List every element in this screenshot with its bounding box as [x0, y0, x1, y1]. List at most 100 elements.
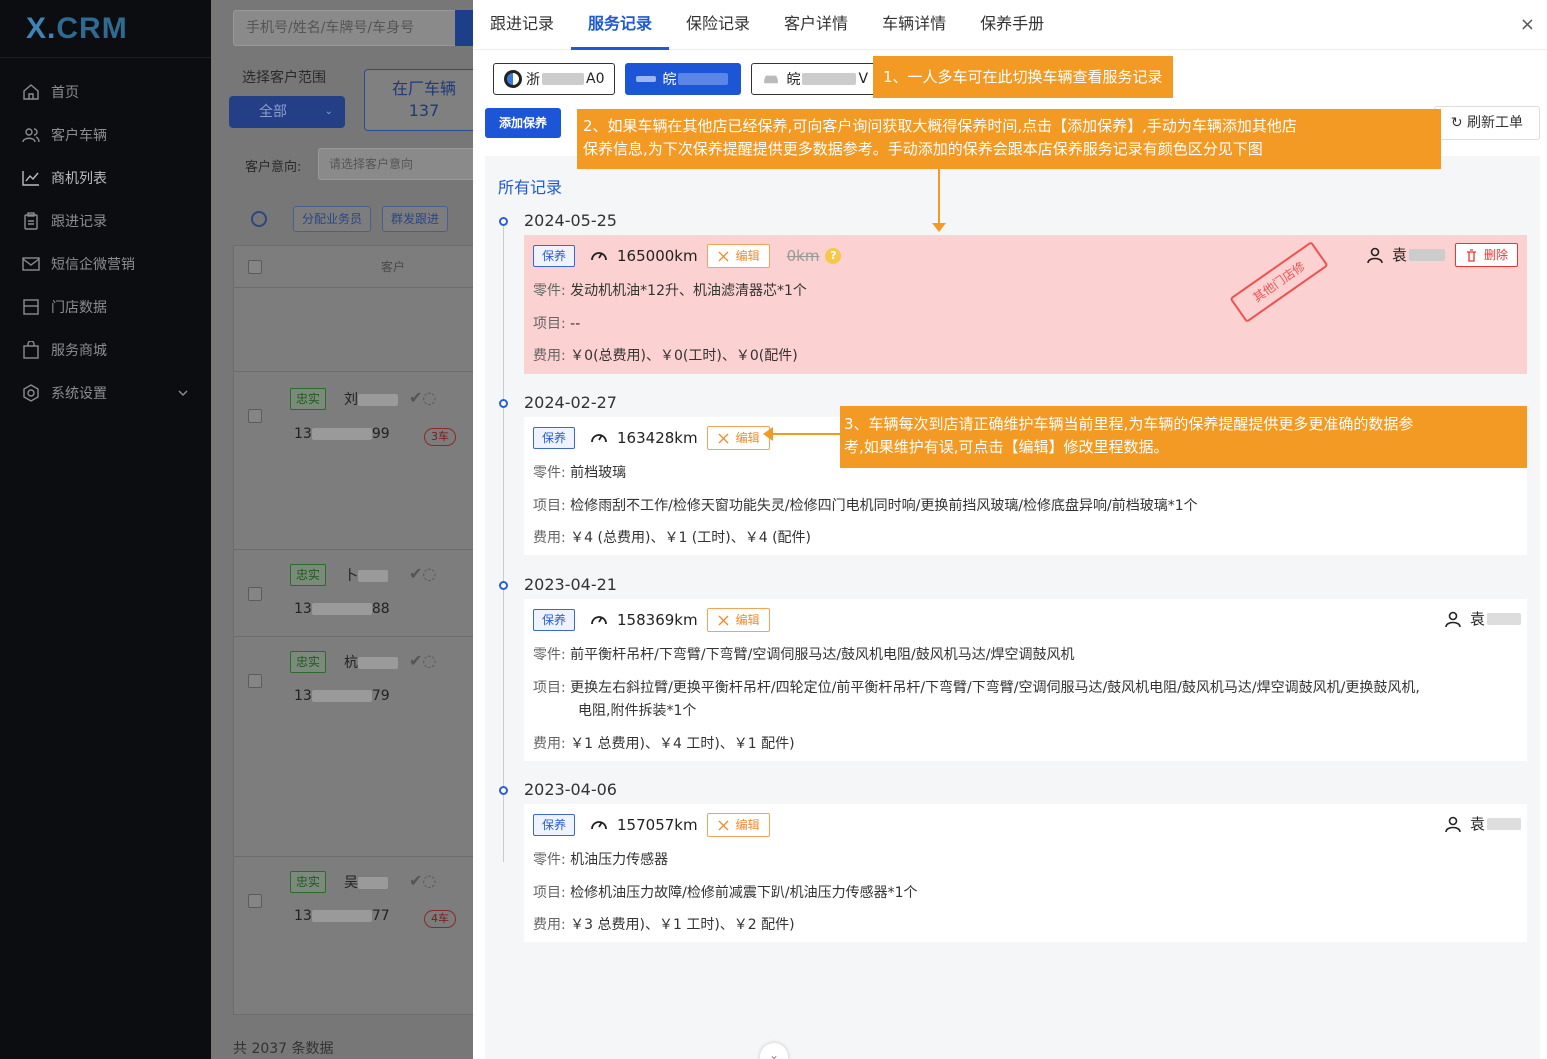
- arrow-left-icon: [763, 427, 841, 441]
- refresh-workorder-button[interactable]: ↻ 刷新工单: [1433, 106, 1540, 140]
- customer-name: 刘: [344, 389, 398, 409]
- maintenance-tag: 保养: [533, 609, 576, 631]
- sidebar-item-home[interactable]: 首页: [0, 70, 211, 113]
- sidebar-item-followups[interactable]: 跟进记录: [0, 199, 211, 242]
- record-fee: 费用: ￥0(总费用)、￥0(工时)、￥0(配件): [533, 348, 798, 364]
- record-parts: 零件: 机油压力传感器: [533, 852, 669, 868]
- wechat-icon[interactable]: ✔◌: [409, 651, 436, 670]
- records-panel: 所有记录 2024-05-25 保养 165000km 编辑 0km ? 袁 删…: [485, 156, 1540, 1059]
- range-value: 全部: [259, 104, 287, 120]
- chart-line-icon: [22, 170, 39, 186]
- loyal-tag: 忠实: [290, 388, 327, 410]
- callout-text: 3、车辆每次到店请正确维护车辆当前里程,为车辆的保养提醒提供更多更准确的数据参: [844, 415, 1414, 433]
- table-header: 客户: [234, 246, 473, 288]
- app-logo[interactable]: X. CRM: [0, 0, 211, 58]
- service-record: 保养 157057km 编辑 袁 零件: 机油压力传感器 项目: 检修机油压力故…: [524, 804, 1527, 942]
- record-items: 项目: 检修雨刮不工作/检修天窗功能失灵/检修四门电机同时响/更换前挡风玻璃/检…: [533, 498, 1198, 514]
- sidebar-item-mall[interactable]: 服务商城: [0, 328, 211, 371]
- select-all-checkbox[interactable]: [248, 260, 262, 274]
- edit-mileage-button[interactable]: 编辑: [706, 608, 770, 632]
- person-name: 袁: [1469, 815, 1485, 833]
- record-parts: 零件: 前平衡杆吊杆/下弯臂/下弯臂/空调伺服马达/鼓风机电阻/鼓风机马达/焊空…: [533, 647, 1075, 663]
- sidebar-item-store-data[interactable]: 门店数据: [0, 285, 211, 328]
- customer-phone: 13 99: [294, 426, 390, 442]
- sidebar-item-label: 首页: [51, 84, 79, 101]
- record-date: 2023-04-06: [524, 780, 617, 799]
- tab-customer-detail[interactable]: 客户详情: [784, 0, 848, 49]
- record-parts: 零件: 前档玻璃: [533, 465, 627, 481]
- wechat-icon[interactable]: ✔◌: [409, 388, 436, 407]
- mail-icon: [22, 256, 40, 271]
- intent-select[interactable]: 请选择客户意向: [318, 148, 473, 180]
- edit-mileage-button[interactable]: 编辑: [706, 426, 770, 450]
- loyal-tag: 忠实: [290, 564, 327, 586]
- row-checkbox[interactable]: [248, 674, 262, 688]
- mileage: 157057km: [589, 815, 698, 835]
- table-row[interactable]: 忠实 卜 ✔◌ 13 88: [234, 549, 473, 636]
- all-records-title: 所有记录: [498, 178, 563, 197]
- close-icon[interactable]: ×: [1520, 14, 1535, 35]
- old-mileage: 0km: [786, 247, 820, 265]
- callout-text: 考,如果维护有误,可点击【编辑】修改里程数据。: [844, 438, 1169, 456]
- delete-record-button[interactable]: 删除: [1454, 243, 1518, 267]
- sidebar-item-label: 短信企微营销: [51, 256, 135, 273]
- timeline-dot: [499, 581, 508, 590]
- maintenance-tag: 保养: [533, 427, 576, 449]
- user-icon: [1367, 247, 1383, 263]
- search-button[interactable]: [455, 10, 473, 46]
- chevron-down-icon: ⌄: [324, 106, 333, 117]
- in-shop-count: 137: [408, 101, 440, 120]
- car-plate-prefix: 皖: [662, 72, 677, 88]
- users-icon: [22, 127, 40, 142]
- tab-service[interactable]: 服务记录: [571, 0, 670, 50]
- tab-vehicle-detail[interactable]: 车辆详情: [882, 0, 946, 49]
- record-fee: 费用: ￥4 (总费用)、￥1 (工时)、￥4 (配件): [533, 530, 812, 546]
- record-date: 2024-05-25: [524, 211, 617, 230]
- question-icon[interactable]: ?: [825, 248, 842, 264]
- car-plate-suffix: V: [858, 71, 869, 87]
- group-followup-button[interactable]: 群发跟进: [382, 206, 449, 232]
- total-count: 共 2037 条数据: [233, 1041, 334, 1057]
- row-checkbox[interactable]: [248, 894, 262, 908]
- table-row[interactable]: 忠实 吴 ✔◌ 13 77 4车: [234, 856, 473, 1011]
- car-count-badge: 3车: [424, 428, 456, 446]
- car-icon: [764, 75, 779, 84]
- settings-circle-icon[interactable]: [251, 211, 267, 227]
- tab-insurance[interactable]: 保险记录: [686, 0, 750, 49]
- car-button[interactable]: 皖V: [751, 63, 880, 95]
- row-checkbox[interactable]: [248, 409, 262, 423]
- edit-mileage-button[interactable]: 编辑: [706, 813, 770, 837]
- wechat-icon[interactable]: ✔◌: [409, 871, 436, 890]
- shopping-bag-icon: [23, 340, 39, 359]
- row-checkbox[interactable]: [248, 587, 262, 601]
- record-date: 2024-02-27: [524, 393, 617, 412]
- user-icon: [1445, 611, 1461, 627]
- edit-mileage-button[interactable]: 编辑: [706, 244, 770, 268]
- table-row[interactable]: 忠实 杭 ✔◌ 13 79: [234, 636, 473, 856]
- add-maintenance-button[interactable]: 添加保养: [485, 108, 562, 138]
- timeline-dot: [499, 217, 508, 226]
- callout-switch-car: 1、一人多车可在此切换车辆查看服务记录: [873, 56, 1173, 98]
- mileage-value: 163428km: [617, 429, 698, 447]
- sidebar: X. CRM 首页 客户车辆 商机列表 跟进记录 短信企微营销 门店数据 服务商城: [0, 0, 211, 1059]
- clipboard-icon: [24, 211, 38, 230]
- in-shop-card[interactable]: 在厂车辆 137: [364, 69, 473, 131]
- person-name: 袁: [1391, 246, 1407, 264]
- sidebar-item-customers[interactable]: 客户车辆: [0, 113, 211, 156]
- col-customer: 客户: [380, 260, 405, 274]
- tab-followup[interactable]: 跟进记录: [490, 0, 554, 49]
- odometer-icon: [591, 434, 607, 443]
- sidebar-item-opportunities[interactable]: 商机列表: [0, 156, 211, 199]
- search-input[interactable]: 手机号/姓名/车牌号/车身号: [233, 10, 473, 46]
- car-button-selected[interactable]: 皖: [625, 63, 742, 95]
- tab-maintenance-manual[interactable]: 保养手册: [980, 0, 1044, 49]
- assign-salesman-button[interactable]: 分配业务员: [293, 206, 372, 232]
- sidebar-item-marketing[interactable]: 短信企微营销: [0, 242, 211, 285]
- sidebar-item-settings[interactable]: 系统设置: [0, 371, 211, 414]
- wechat-icon[interactable]: ✔◌: [409, 564, 436, 583]
- table-row[interactable]: 忠实 刘 ✔◌ 13 99 3车: [234, 371, 473, 549]
- sidebar-item-label: 跟进记录: [51, 213, 107, 230]
- car-button[interactable]: 浙 A0: [493, 63, 616, 95]
- record-date: 2023-04-21: [524, 575, 617, 594]
- range-select[interactable]: 全部 ⌄: [229, 96, 345, 128]
